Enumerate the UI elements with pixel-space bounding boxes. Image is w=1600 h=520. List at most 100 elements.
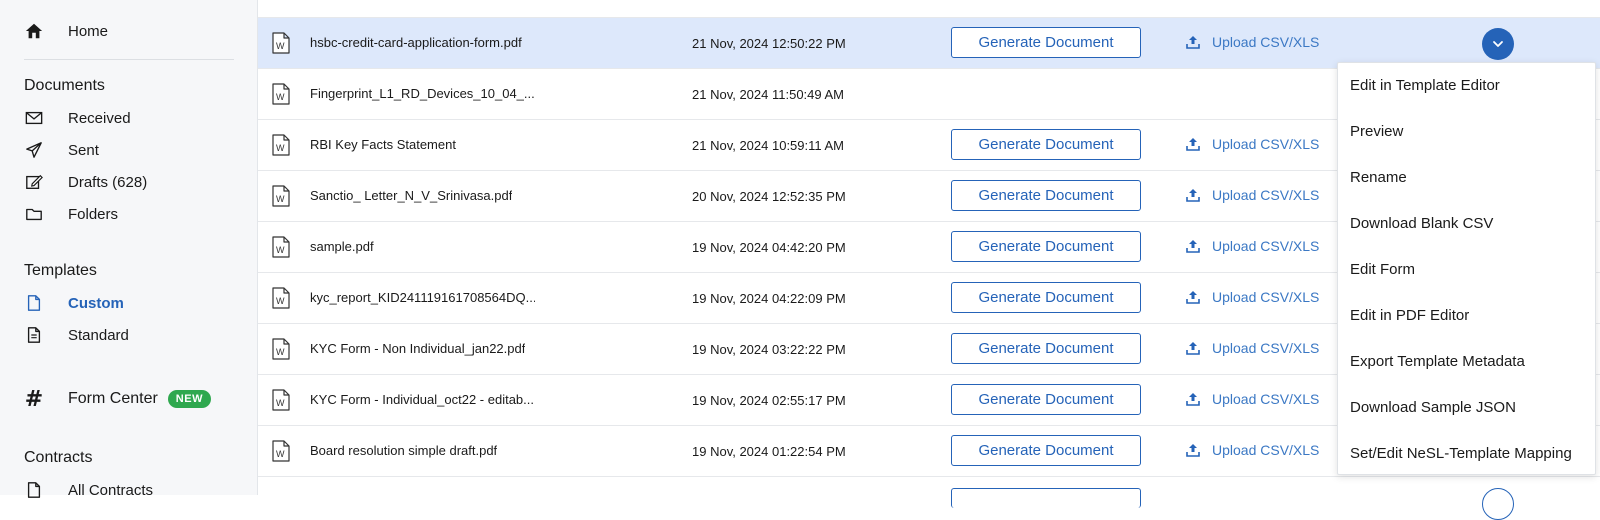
sidebar-item-label: Received: [68, 109, 131, 127]
upload-icon: [1186, 36, 1200, 49]
word-doc-icon: W: [272, 185, 290, 207]
menu-item-download-sample-json[interactable]: Download Sample JSON: [1350, 399, 1516, 416]
upload-csv-link[interactable]: Upload CSV/XLS: [1186, 442, 1319, 458]
file-date: 21 Nov, 2024 10:59:11 AM: [692, 138, 845, 153]
word-doc-icon: W: [272, 440, 290, 462]
menu-item-rename[interactable]: Rename: [1350, 169, 1407, 186]
file-name[interactable]: kyc_report_KID241119161708564DQ...: [310, 290, 535, 305]
word-doc-icon: W: [272, 236, 290, 258]
upload-csv-link[interactable]: Upload CSV/XLS: [1186, 34, 1319, 50]
table-row-partial: [258, 0, 1600, 18]
upload-label: Upload CSV/XLS: [1212, 187, 1320, 203]
svg-text:W: W: [276, 449, 285, 459]
sidebar-item-form-center[interactable]: # Form Center NEW: [24, 387, 211, 412]
chevron-down-icon: [1493, 41, 1503, 47]
sidebar-item-label: Home: [68, 22, 109, 40]
svg-text:W: W: [276, 143, 285, 153]
sidebar-item-home[interactable]: Home: [24, 19, 108, 43]
sidebar-item-label: Folders: [68, 205, 119, 223]
menu-item-export-metadata[interactable]: Export Template Metadata: [1350, 353, 1525, 370]
file-name[interactable]: Board resolution simple draft.pdf: [310, 443, 497, 458]
file-name[interactable]: sample.pdf: [310, 239, 374, 254]
menu-item-edit-form[interactable]: Edit Form: [1350, 261, 1415, 278]
upload-icon: [1186, 342, 1200, 355]
file-icon: [24, 293, 44, 313]
menu-item-download-blank-csv[interactable]: Download Blank CSV: [1350, 215, 1493, 232]
file-name[interactable]: KYC Form - Non Individual_jan22.pdf: [310, 341, 525, 356]
upload-csv-link[interactable]: Upload CSV/XLS: [1186, 340, 1319, 356]
file-date: 21 Nov, 2024 11:50:49 AM: [692, 87, 845, 102]
svg-text:W: W: [276, 194, 285, 204]
generate-document-button[interactable]: Generate Document: [951, 129, 1141, 160]
new-badge: NEW: [167, 390, 211, 408]
sidebar-item-label: Custom: [68, 294, 124, 312]
word-doc-icon: W: [272, 389, 290, 411]
section-title-documents: Documents: [24, 77, 105, 94]
section-title-contracts: Contracts: [24, 449, 93, 466]
upload-icon: [1186, 291, 1200, 304]
file-date: 21 Nov, 2024 12:50:22 PM: [692, 36, 846, 51]
sidebar-item-folders[interactable]: Folders: [24, 202, 118, 226]
generate-document-button[interactable]: Generate Document: [951, 282, 1141, 313]
upload-icon: [1186, 444, 1200, 457]
generate-document-button[interactable]: Generate Document: [951, 231, 1141, 262]
row-actions-menu: Edit in Template Editor Preview Rename D…: [1337, 62, 1596, 475]
row-menu-toggle-partial[interactable]: [1482, 488, 1514, 520]
edit-icon: [24, 172, 44, 192]
word-doc-icon: W: [272, 32, 290, 54]
sidebar-item-drafts[interactable]: Drafts (628): [24, 170, 147, 194]
row-menu-toggle[interactable]: [1482, 28, 1514, 60]
sidebar-item-custom[interactable]: Custom: [24, 291, 124, 315]
upload-csv-link[interactable]: Upload CSV/XLS: [1186, 136, 1319, 152]
menu-item-edit-pdf-editor[interactable]: Edit in PDF Editor: [1350, 307, 1469, 324]
upload-icon: [1186, 393, 1200, 406]
file-name[interactable]: Fingerprint_L1_RD_Devices_10_04_...: [310, 86, 535, 101]
upload-label: Upload CSV/XLS: [1212, 340, 1320, 356]
file-date: 19 Nov, 2024 01:22:54 PM: [692, 444, 846, 459]
upload-label: Upload CSV/XLS: [1212, 136, 1320, 152]
file-date: 19 Nov, 2024 04:42:20 PM: [692, 240, 846, 255]
generate-document-button[interactable]: Generate Document: [951, 27, 1141, 58]
sidebar-item-received[interactable]: Received: [24, 106, 131, 130]
file-date: 19 Nov, 2024 04:22:09 PM: [692, 291, 846, 306]
generate-document-button[interactable]: Generate Document: [951, 384, 1141, 415]
folder-icon: [24, 204, 44, 224]
upload-label: Upload CSV/XLS: [1212, 391, 1320, 407]
file-date: 19 Nov, 2024 03:22:22 PM: [692, 342, 846, 357]
upload-csv-link[interactable]: Upload CSV/XLS: [1186, 187, 1319, 203]
upload-label: Upload CSV/XLS: [1212, 238, 1320, 254]
upload-csv-link[interactable]: Upload CSV/XLS: [1186, 391, 1319, 407]
upload-icon: [1186, 189, 1200, 202]
sidebar-item-label: Standard: [68, 326, 129, 344]
svg-text:W: W: [276, 245, 285, 255]
sidebar-item-all-contracts[interactable]: All Contracts: [24, 478, 153, 502]
word-doc-icon: W: [272, 287, 290, 309]
generate-document-button[interactable]: Generate Document: [951, 180, 1141, 211]
upload-csv-link[interactable]: Upload CSV/XLS: [1186, 238, 1319, 254]
file-date: 20 Nov, 2024 12:52:35 PM: [692, 189, 846, 204]
sidebar-item-label: All Contracts: [68, 481, 154, 499]
svg-text:W: W: [276, 296, 285, 306]
file-name[interactable]: RBI Key Facts Statement: [310, 137, 456, 152]
word-doc-icon: W: [272, 338, 290, 360]
file-name[interactable]: hsbc-credit-card-application-form.pdf: [310, 35, 522, 50]
generate-document-button-partial[interactable]: [951, 488, 1141, 508]
file-name[interactable]: KYC Form - Individual_oct22 - editab...: [310, 392, 534, 407]
sidebar-item-sent[interactable]: Sent: [24, 138, 99, 162]
generate-document-button[interactable]: Generate Document: [951, 333, 1141, 364]
menu-item-preview[interactable]: Preview: [1350, 123, 1403, 140]
generate-document-button[interactable]: Generate Document: [951, 435, 1141, 466]
sidebar-item-standard[interactable]: Standard: [24, 323, 129, 347]
word-doc-icon: W: [272, 83, 290, 105]
upload-csv-link[interactable]: Upload CSV/XLS: [1186, 289, 1319, 305]
envelope-icon: [24, 108, 44, 128]
section-title-templates: Templates: [24, 262, 97, 279]
upload-icon: [1186, 138, 1200, 151]
word-doc-icon: W: [272, 134, 290, 156]
svg-text:W: W: [276, 41, 285, 51]
menu-item-nesl-mapping[interactable]: Set/Edit NeSL-Template Mapping: [1350, 445, 1572, 462]
file-icon: [24, 480, 44, 500]
menu-item-edit-template-editor[interactable]: Edit in Template Editor: [1350, 77, 1500, 94]
file-name[interactable]: Sanctio_ Letter_N_V_Srinivasa.pdf: [310, 188, 512, 203]
svg-text:W: W: [276, 92, 285, 102]
